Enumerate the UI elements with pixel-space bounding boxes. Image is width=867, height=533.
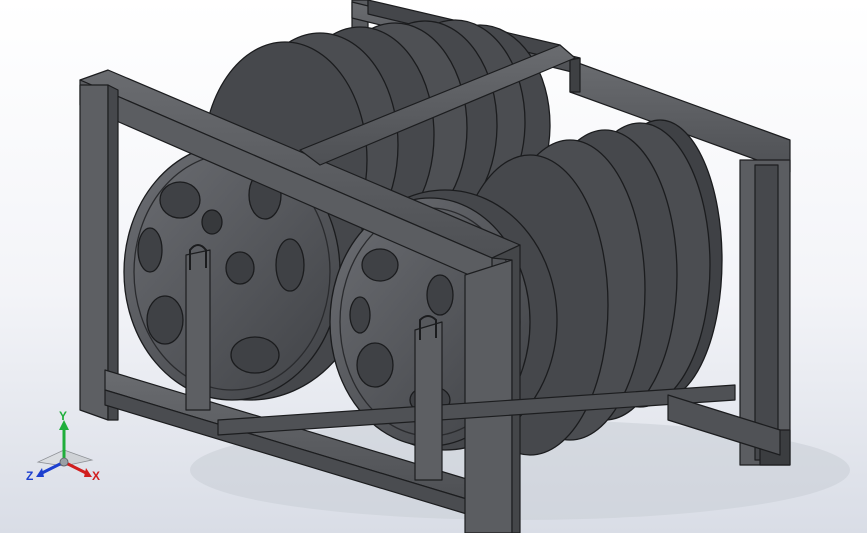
coordinate-triad[interactable]: Y X Z (22, 409, 112, 490)
triad-graphic: Y X Z (26, 409, 100, 483)
z-axis-label: Z (26, 469, 33, 483)
reel-rack-assembly-model[interactable] (0, 0, 867, 533)
z-axis-arrowhead (36, 468, 44, 477)
cad-graphics-viewport[interactable]: Y X Z (0, 0, 867, 533)
x-axis-label: X (92, 469, 100, 483)
y-axis-label: Y (59, 410, 67, 423)
triad-origin (59, 457, 69, 467)
x-axis-arrowhead (84, 468, 92, 477)
